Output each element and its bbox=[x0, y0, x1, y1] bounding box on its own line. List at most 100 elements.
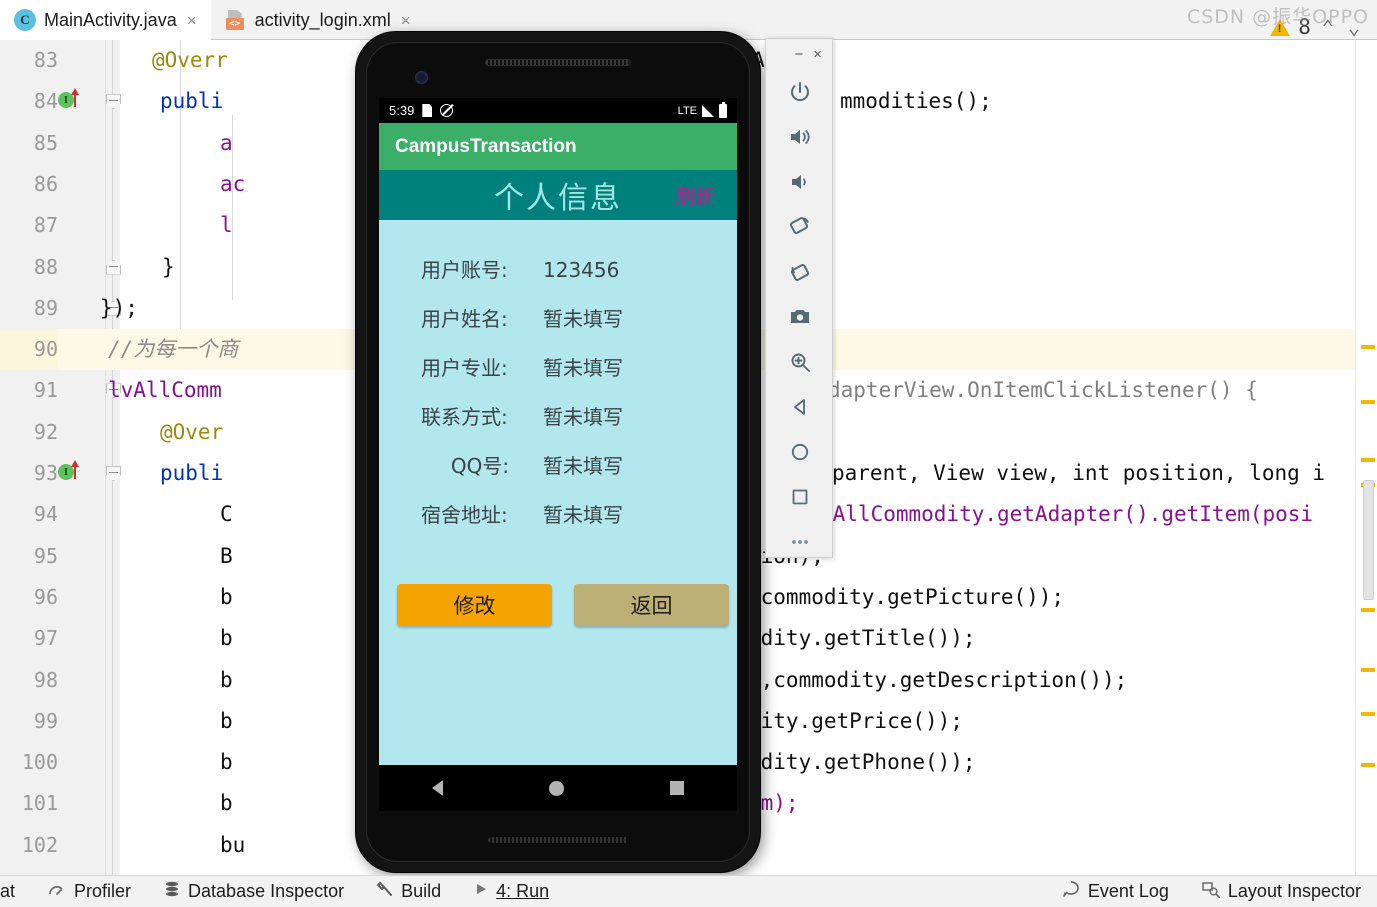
status-item-run[interactable]: 4: Run bbox=[457, 876, 565, 907]
field-value: 暂未填写 bbox=[543, 405, 623, 429]
field-value: 123456 bbox=[543, 258, 620, 282]
tab-close-icon[interactable]: × bbox=[185, 12, 199, 29]
field-label: 用户账号: bbox=[421, 258, 508, 282]
line-number: 97 bbox=[33, 626, 58, 651]
line-number: 95 bbox=[33, 543, 58, 568]
page-title-bar: 个人信息 刷新 bbox=[379, 170, 737, 220]
status-item-database-inspector[interactable]: Database Inspector bbox=[147, 876, 360, 907]
phone-bezel: 5:39 LTE CampusTransaction 个人信息 刷新 用户账号:… bbox=[366, 42, 750, 862]
profiler-label: Profiler bbox=[74, 881, 132, 901]
code-token: b bbox=[220, 791, 233, 816]
gutter-markers[interactable]: I bbox=[58, 88, 104, 114]
code-token: parent, View view, int position, long i bbox=[832, 461, 1326, 485]
field-row-qq: QQ号: 暂未填写 bbox=[379, 450, 737, 479]
code-token: a bbox=[220, 130, 233, 155]
rotate-left-icon[interactable] bbox=[766, 204, 834, 249]
warning-marker[interactable] bbox=[1361, 763, 1375, 767]
refresh-button[interactable]: 刷新 bbox=[675, 181, 715, 210]
earpiece-speaker bbox=[485, 59, 631, 66]
nav-overview-icon[interactable] bbox=[670, 781, 684, 795]
editor-marker-scrollbar[interactable] bbox=[1355, 40, 1377, 875]
code-token: publi bbox=[160, 461, 224, 485]
volume-up-icon[interactable] bbox=[766, 114, 834, 159]
volume-down-icon[interactable] bbox=[766, 159, 834, 204]
tab-label: activity_login.xml bbox=[254, 9, 391, 30]
layout-inspector-icon bbox=[1201, 880, 1221, 903]
run-label: 4: Run bbox=[496, 881, 550, 901]
line-number: 83 bbox=[33, 48, 58, 72]
field-row-contact: 联系方式: 暂未填写 bbox=[379, 401, 737, 430]
line-number: 89 bbox=[33, 295, 58, 320]
close-icon[interactable]: × bbox=[813, 47, 822, 62]
field-value: 暂未填写 bbox=[543, 356, 623, 380]
field-value: 暂未填写 bbox=[543, 454, 623, 478]
code-token: publi bbox=[160, 89, 224, 114]
status-bar-right-group: Event Log Layout Inspector bbox=[1045, 876, 1377, 907]
minimize-icon[interactable]: − bbox=[794, 47, 803, 62]
code-token: C bbox=[220, 502, 233, 527]
code-token: ",commodity.getDescription()); bbox=[748, 667, 1128, 692]
back-icon[interactable] bbox=[766, 384, 834, 429]
line-number: 87 bbox=[33, 213, 58, 238]
sd-card-icon bbox=[422, 104, 433, 117]
editor-scrollbar-thumb[interactable] bbox=[1363, 480, 1374, 600]
line-number: 91 bbox=[33, 378, 58, 403]
gutter-markers[interactable]: I bbox=[58, 460, 104, 486]
warning-marker[interactable] bbox=[1361, 668, 1375, 672]
line-number: 99 bbox=[33, 708, 58, 733]
modify-button[interactable]: 修改 bbox=[397, 584, 552, 626]
tab-close-icon[interactable]: × bbox=[399, 12, 413, 29]
line-number: 92 bbox=[33, 419, 58, 444]
code-token: l bbox=[220, 213, 233, 238]
status-time: 5:39 bbox=[389, 103, 415, 118]
emulator-toolbar[interactable]: − × bbox=[765, 38, 833, 558]
zoom-icon[interactable] bbox=[766, 339, 834, 384]
signal-strength-icon bbox=[702, 104, 714, 117]
fold-marker-start-icon[interactable] bbox=[106, 466, 121, 481]
home-icon[interactable] bbox=[766, 429, 834, 474]
ide-window: C MainActivity.java × <> activity_login.… bbox=[0, 0, 1377, 907]
warning-marker[interactable] bbox=[1361, 608, 1375, 612]
line-number: 94 bbox=[33, 502, 58, 527]
inspection-warning-summary[interactable]: 8 ⌃ ⌄ bbox=[1270, 15, 1363, 39]
phone-screen[interactable]: 5:39 LTE CampusTransaction 个人信息 刷新 用户账号:… bbox=[379, 98, 737, 778]
android-status-bar: 5:39 LTE bbox=[379, 98, 737, 123]
code-token: //为每一个商 bbox=[108, 337, 239, 362]
power-icon[interactable] bbox=[766, 69, 834, 114]
page-title: 个人信息 bbox=[494, 181, 622, 216]
screenshot-camera-icon[interactable] bbox=[766, 294, 834, 339]
field-value: 暂未填写 bbox=[543, 307, 623, 331]
field-value: 暂未填写 bbox=[543, 503, 623, 527]
line-number: 96 bbox=[33, 584, 58, 609]
more-icon[interactable] bbox=[766, 519, 834, 564]
status-item-build[interactable]: Build bbox=[360, 876, 457, 907]
build-label: Build bbox=[401, 881, 442, 901]
code-token: B bbox=[220, 543, 233, 568]
nav-back-icon[interactable] bbox=[432, 780, 443, 796]
warning-marker[interactable] bbox=[1361, 712, 1375, 716]
fold-marker-end-icon[interactable] bbox=[106, 259, 121, 275]
chevron-down-icon[interactable]: ⌄ bbox=[1345, 15, 1363, 39]
status-item-layout-inspector[interactable]: Layout Inspector bbox=[1185, 876, 1377, 907]
status-item-event-log[interactable]: Event Log bbox=[1045, 876, 1185, 907]
back-button[interactable]: 返回 bbox=[574, 584, 729, 626]
line-number: 103 bbox=[0, 866, 58, 875]
status-item-logcat[interactable]: at bbox=[0, 876, 31, 907]
fold-marker-start-icon[interactable] bbox=[106, 94, 121, 110]
app-action-bar: CampusTransaction bbox=[379, 123, 737, 170]
code-token: @Overr bbox=[152, 48, 228, 72]
rotate-right-icon[interactable] bbox=[766, 249, 834, 294]
field-label: 用户专业: bbox=[421, 356, 508, 380]
warning-marker[interactable] bbox=[1361, 458, 1375, 462]
nav-home-icon[interactable] bbox=[549, 780, 564, 796]
warning-marker[interactable] bbox=[1361, 400, 1375, 404]
android-emulator-window[interactable]: 5:39 LTE CampusTransaction 个人信息 刷新 用户账号:… bbox=[356, 32, 760, 872]
code-token: odity.getTitle()); bbox=[748, 626, 976, 651]
overview-icon[interactable] bbox=[766, 474, 834, 519]
status-item-profiler[interactable]: Profiler bbox=[31, 876, 147, 907]
warning-marker[interactable] bbox=[1361, 345, 1375, 349]
java-class-icon: C bbox=[14, 9, 36, 31]
tab-mainactivity-java[interactable]: C MainActivity.java × bbox=[0, 0, 211, 41]
chevron-up-icon[interactable]: ⌃ bbox=[1319, 15, 1337, 39]
field-row-name: 用户姓名: 暂未填写 bbox=[379, 303, 737, 332]
